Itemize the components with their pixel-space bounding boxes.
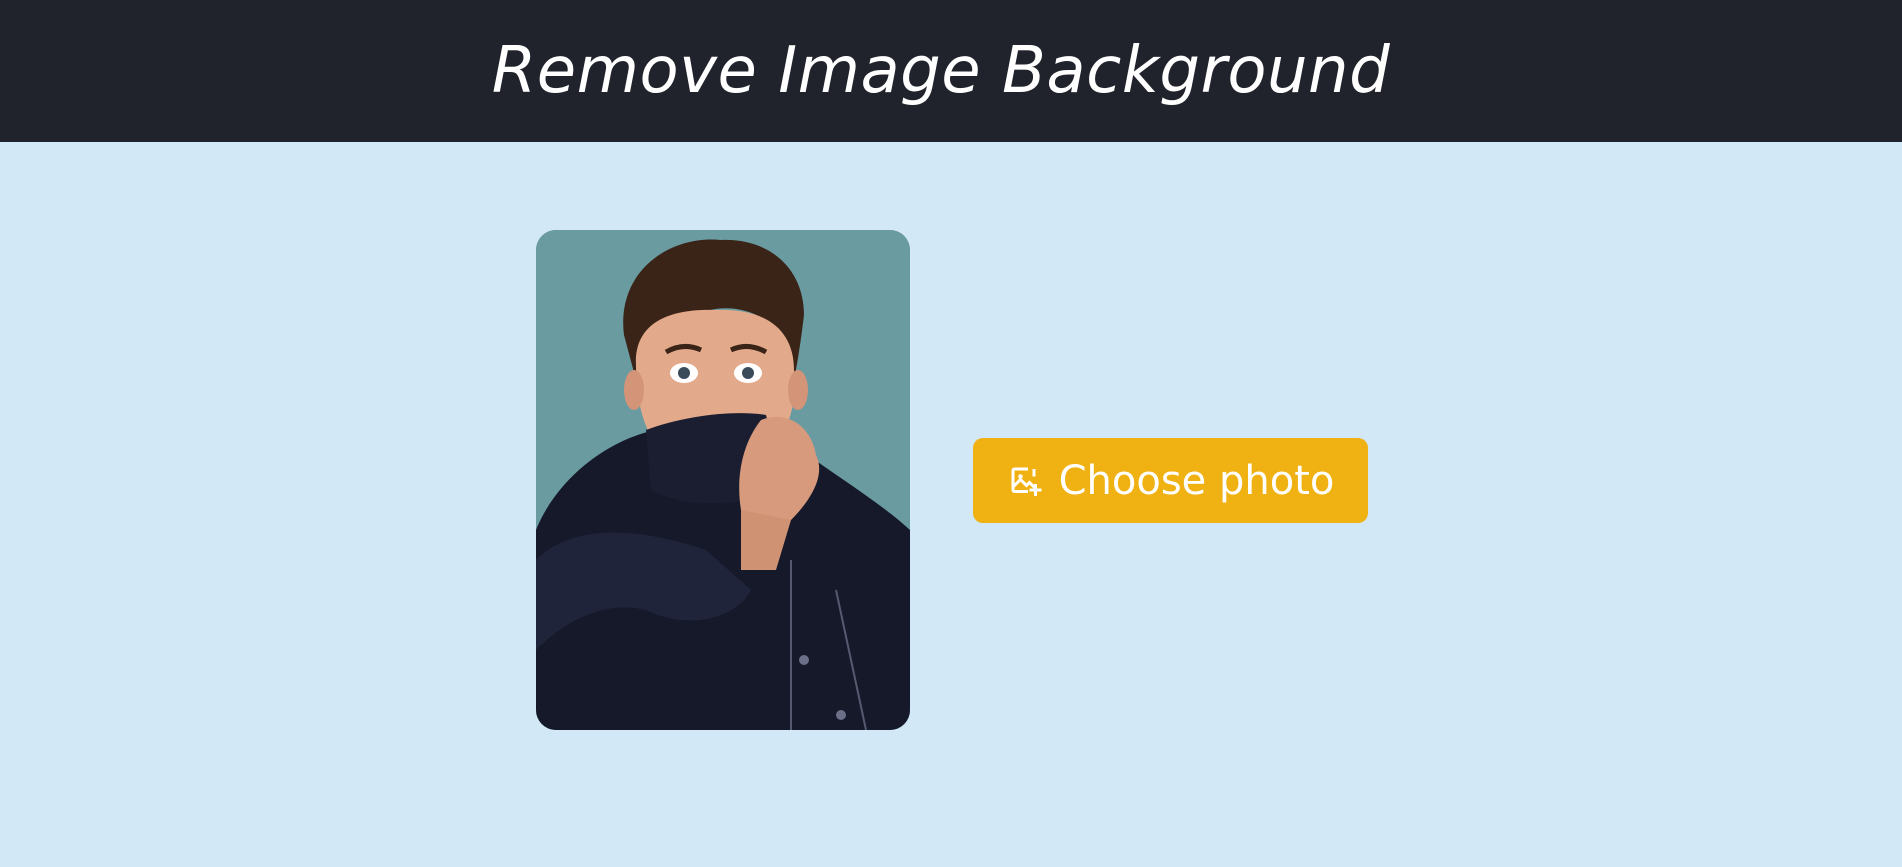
choose-photo-label: Choose photo	[1058, 457, 1335, 504]
portrait-photo	[536, 230, 910, 730]
page-title: Remove Image Background	[491, 34, 1391, 108]
choose-photo-button[interactable]: Choose photo	[973, 438, 1368, 523]
app-header: Remove Image Background	[0, 0, 1902, 142]
add-photo-icon	[1007, 463, 1043, 499]
image-preview	[536, 230, 910, 730]
